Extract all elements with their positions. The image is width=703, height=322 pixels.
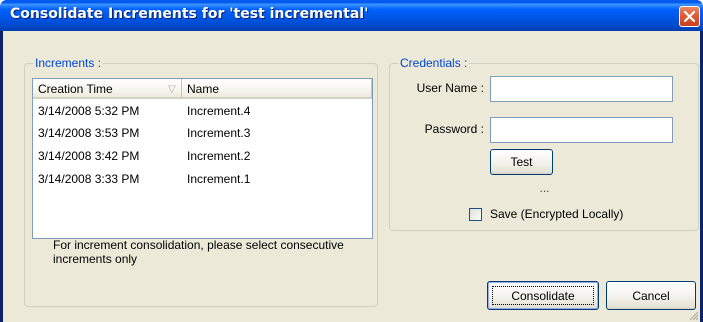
name-cell: Increment.3 <box>187 126 251 140</box>
consolidate-button[interactable]: Consolidate <box>487 281 599 310</box>
window-title: Consolidate Increments for 'test increme… <box>10 6 369 22</box>
dialog-window: Consolidate Increments for 'test increme… <box>0 0 703 322</box>
list-item[interactable]: 3/14/2008 3:42 PM Increment.2 <box>33 145 372 167</box>
column-header-label: Creation Time <box>38 82 113 96</box>
username-input[interactable] <box>490 76 673 102</box>
username-label: User Name : <box>416 81 484 95</box>
creation-time-cell: 3/14/2008 3:42 PM <box>38 149 140 163</box>
list-header: Creation Time ▽ Name <box>33 79 372 100</box>
resize-grip-icon[interactable] <box>687 309 699 321</box>
creation-time-cell: 3/14/2008 5:32 PM <box>38 104 140 118</box>
consolidation-note: For increment consolidation, please sele… <box>53 238 344 266</box>
password-label: Password : <box>424 122 484 136</box>
dialog-body: Increments : Creation Time ▽ Name 3/14/2… <box>3 31 700 322</box>
column-header-label: Name <box>187 82 220 96</box>
close-button[interactable] <box>679 6 700 27</box>
cancel-button[interactable]: Cancel <box>606 281 696 310</box>
increments-group-title: Increments : <box>33 56 104 70</box>
credentials-status: ... <box>539 181 550 195</box>
focus-rectangle <box>492 286 594 305</box>
save-encrypted-checkbox[interactable] <box>469 208 482 221</box>
creation-time-cell: 3/14/2008 3:33 PM <box>38 172 140 186</box>
name-cell: Increment.2 <box>187 149 251 163</box>
sort-descending-icon: ▽ <box>168 84 176 95</box>
list-item[interactable]: 3/14/2008 5:32 PM Increment.4 <box>33 100 372 122</box>
title-bar[interactable]: Consolidate Increments for 'test increme… <box>0 0 703 31</box>
close-icon <box>684 11 695 22</box>
column-header-creation-time[interactable]: Creation Time ▽ <box>33 79 182 99</box>
list-item[interactable]: 3/14/2008 3:33 PM Increment.1 <box>33 168 372 190</box>
password-input[interactable] <box>490 117 673 143</box>
increments-list[interactable]: Creation Time ▽ Name 3/14/2008 5:32 PM I… <box>32 78 373 239</box>
column-header-name[interactable]: Name <box>182 79 372 99</box>
save-encrypted-label[interactable]: Save (Encrypted Locally) <box>490 207 623 221</box>
creation-time-cell: 3/14/2008 3:53 PM <box>38 126 140 140</box>
list-item[interactable]: 3/14/2008 3:53 PM Increment.3 <box>33 122 372 144</box>
name-cell: Increment.1 <box>187 172 251 186</box>
credentials-group-title: Credentials : <box>398 56 470 70</box>
name-cell: Increment.4 <box>187 104 251 118</box>
test-button[interactable]: Test <box>490 149 553 175</box>
